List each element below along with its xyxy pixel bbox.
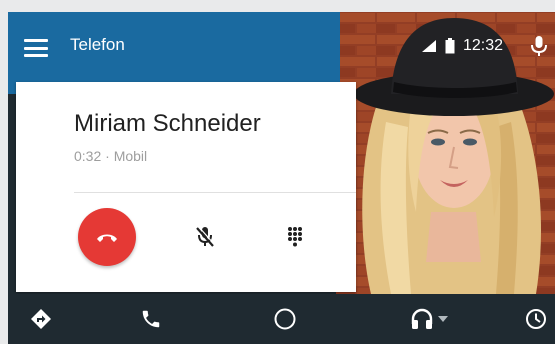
nav-recents[interactable] — [521, 305, 551, 333]
bottom-nav — [8, 294, 555, 344]
hamburger-menu-icon[interactable] — [24, 39, 48, 57]
dialpad-icon — [288, 227, 302, 247]
microphone-icon[interactable] — [529, 35, 549, 57]
android-auto-screen: Telefon 12:32 Miriam Schneider 0:32 · Mo… — [8, 12, 555, 344]
nav-home[interactable] — [270, 305, 300, 333]
home-icon — [274, 308, 296, 330]
caller-name: Miriam Schneider — [74, 110, 261, 137]
call-card: Miriam Schneider 0:32 · Mobil — [16, 82, 356, 292]
navigation-icon — [31, 309, 51, 329]
headphones-icon — [411, 308, 433, 329]
call-duration: 0:32 · Mobil — [74, 148, 148, 164]
battery-icon — [445, 38, 455, 54]
status-bar: 12:32 — [421, 35, 549, 57]
mute-button[interactable] — [190, 222, 220, 252]
nav-media[interactable] — [406, 305, 452, 333]
nav-navigation[interactable] — [26, 305, 56, 333]
app-title: Telefon — [70, 35, 125, 54]
clock: 12:32 — [462, 37, 503, 54]
dialpad-button[interactable] — [280, 222, 310, 252]
signal-icon — [421, 40, 436, 52]
divider — [74, 192, 356, 193]
chevron-down-icon — [438, 316, 448, 322]
nav-phone[interactable] — [136, 305, 166, 333]
phone-icon — [142, 310, 160, 328]
mic-off-icon — [196, 226, 214, 247]
end-call-icon — [97, 234, 117, 242]
recents-icon — [526, 309, 546, 329]
end-call-button[interactable] — [78, 208, 136, 266]
